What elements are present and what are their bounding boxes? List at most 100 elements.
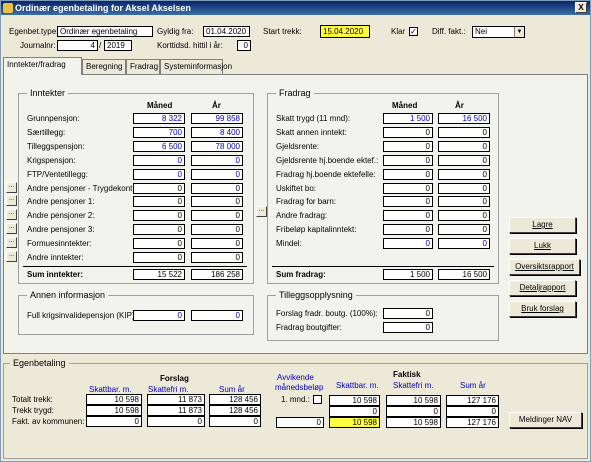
egen-row-label: Fakt. av kommunen: (12, 417, 85, 426)
journalnr-field[interactable]: 4 (57, 40, 98, 51)
tab-panel: Inntekter Måned År Grunnpensjon: 8 322 99 … (3, 74, 588, 354)
faktisk-sum-field[interactable]: 127 176 (446, 395, 499, 406)
egenbetaling-title: Egenbetaling (10, 357, 69, 369)
inntekt-detail-button[interactable]: ... (6, 195, 17, 207)
inntekt-ar-field[interactable]: 0 (191, 154, 243, 166)
fradrag-ar-field[interactable]: 0 (438, 224, 490, 236)
inntekt-detail-button[interactable]: ... (6, 181, 17, 193)
lukk-button[interactable]: Lukk (509, 238, 576, 254)
gyldig-fra-field[interactable]: 01.04.2020 (203, 26, 250, 37)
journalnr-year-field[interactable]: 2019 (104, 40, 132, 51)
faktisk-sum-field[interactable]: 0 (446, 406, 499, 417)
bruk-forslag-button[interactable]: Bruk forslag (509, 301, 576, 317)
inntekt-ar-field[interactable]: 0 (191, 252, 243, 263)
klar-checkbox[interactable]: ✓ (409, 27, 418, 36)
fradrag-maned-field[interactable]: 0 (383, 224, 433, 236)
fradrag-detail-button[interactable]: ... (256, 206, 267, 217)
inntekt-maned-field[interactable]: 0 (133, 238, 185, 250)
fradrag-ar-field[interactable]: 0 (438, 238, 490, 250)
fradrag-ar-field[interactable]: 0 (438, 182, 490, 194)
tab-beregning[interactable]: Beregning (82, 59, 126, 74)
inntekt-label: Andre pensjoner - Trygdekont.: (27, 183, 137, 193)
inntekt-label: Andre pensjoner 3: (27, 225, 95, 235)
lagre-label: Lagre (532, 220, 553, 229)
fradrag-ar-field[interactable]: 16 500 (438, 113, 490, 124)
fradrag-col-maned: Måned (392, 101, 418, 110)
fradrag-boutgifter-field[interactable]: 0 (383, 322, 433, 333)
faktisk-skattbar-field[interactable]: 10 598 (329, 417, 380, 428)
inntekt-label: Krigspensjon: (27, 155, 76, 165)
faktisk-skattbar-field[interactable]: 10 598 (329, 395, 380, 406)
inntekt-maned-field[interactable]: 6 500 (133, 140, 185, 152)
diff-fakt-select[interactable]: Nei ▼ (472, 26, 525, 38)
inntekt-maned-field[interactable]: 0 (133, 196, 185, 208)
inntekt-ar-field[interactable]: 0 (191, 196, 243, 208)
avvikende-field[interactable]: 0 (276, 417, 324, 428)
egenbet-type-label: Egenbet.type: (9, 27, 59, 36)
forslag-fradr-field[interactable]: 0 (383, 308, 433, 319)
inntekt-ar-field[interactable]: 78 000 (191, 140, 243, 152)
faktisk-skattbar-field[interactable]: 0 (329, 406, 380, 417)
fradrag-group: Fradrag Måned År Skatt trygd (11 mnd): 1 … (267, 87, 499, 284)
fradrag-ar-field[interactable]: 0 (438, 196, 490, 208)
forslag-skattefri-field: 11 873 (147, 405, 205, 416)
inntekt-maned-field[interactable]: 0 (133, 252, 185, 263)
window-title: Ordinær egenbetaling for Aksel Akselsen (15, 3, 191, 13)
oversiktsrapport-button[interactable]: Oversiktsrapport (509, 259, 580, 275)
kip-maned-field[interactable]: 0 (133, 310, 185, 321)
faktisk-sum-field[interactable]: 127 176 (446, 417, 499, 428)
fradrag-maned-field[interactable]: 1 500 (383, 113, 433, 124)
forste-mnd-checkbox[interactable] (313, 395, 322, 404)
inntekt-detail-button[interactable]: ... (6, 223, 17, 235)
inntekter-col-maned: Måned (147, 101, 173, 110)
chevron-down-icon[interactable]: ▼ (514, 27, 524, 37)
fradrag-ar-field[interactable]: 0 (438, 154, 490, 166)
inntekt-ar-field[interactable]: 0 (191, 224, 243, 236)
tab-systeminformasjon[interactable]: Systeminformasjon (160, 59, 232, 74)
inntekt-detail-button[interactable]: ... (6, 251, 17, 262)
inntekt-maned-field[interactable]: 8 322 (133, 113, 185, 124)
fradrag-ar-field[interactable]: 0 (438, 210, 490, 222)
fradrag-ar-field[interactable]: 0 (438, 126, 490, 138)
tab-inntekter-fradrag[interactable]: Inntekter/fradrag (3, 57, 82, 75)
inntekt-maned-field[interactable]: 700 (133, 126, 185, 138)
start-trekk-field[interactable]: 15.04.2020 (320, 25, 370, 38)
inntekt-maned-field[interactable]: 0 (133, 224, 185, 236)
fradrag-maned-field[interactable]: 0 (383, 154, 433, 166)
kip-ar-field[interactable]: 0 (191, 310, 243, 321)
fradrag-maned-field[interactable]: 0 (383, 210, 433, 222)
fradrag-maned-field[interactable]: 0 (383, 140, 433, 152)
inntekt-ar-field[interactable]: 0 (191, 210, 243, 222)
tab-fradrag[interactable]: Fradrag (126, 59, 160, 74)
fradrag-maned-field[interactable]: 0 (383, 126, 433, 138)
detaljrapport-button[interactable]: Detaljrapport (509, 280, 576, 296)
inntekt-maned-field[interactable]: 0 (133, 210, 185, 222)
inntekt-maned-field[interactable]: 0 (133, 182, 185, 194)
inntekter-title: Inntekter (27, 87, 69, 99)
fradrag-maned-field[interactable]: 0 (383, 238, 433, 250)
faktisk-skattefri-field[interactable]: 10 598 (386, 395, 441, 406)
fradrag-maned-field[interactable]: 0 (383, 182, 433, 194)
inntekt-ar-field[interactable]: 99 858 (191, 113, 243, 124)
fradrag-maned-field[interactable]: 0 (383, 196, 433, 208)
inntekt-label: Andre inntekter: (27, 253, 84, 262)
inntekt-detail-button[interactable]: ... (6, 209, 17, 221)
egenbet-type-field[interactable]: Ordinær egenbetaling (57, 26, 153, 37)
inntekt-detail-button[interactable]: ... (6, 237, 17, 249)
fradrag-maned-field[interactable]: 0 (383, 168, 433, 180)
korttidsd-field[interactable]: 0 (237, 40, 251, 51)
meldinger-nav-button[interactable]: Meldinger NAV (509, 412, 582, 428)
inntekt-maned-field[interactable]: 0 (133, 168, 185, 180)
inntekt-ar-field[interactable]: 0 (191, 238, 243, 250)
fradrag-ar-field[interactable]: 0 (438, 168, 490, 180)
inntekt-ar-field[interactable]: 0 (191, 168, 243, 180)
faktisk-skattefri-field[interactable]: 10 598 (386, 417, 441, 428)
lagre-button[interactable]: Lagre (509, 217, 576, 233)
inntekt-ar-field[interactable]: 8 400 (191, 126, 243, 138)
faktisk-skattefri-field[interactable]: 0 (386, 406, 441, 417)
close-button[interactable]: X (575, 2, 587, 13)
fradrag-ar-field[interactable]: 0 (438, 140, 490, 152)
inntekt-maned-field[interactable]: 0 (133, 154, 185, 166)
faktisk-col-skattefri: Skattefri m. (393, 381, 434, 390)
inntekt-ar-field[interactable]: 0 (191, 182, 243, 194)
